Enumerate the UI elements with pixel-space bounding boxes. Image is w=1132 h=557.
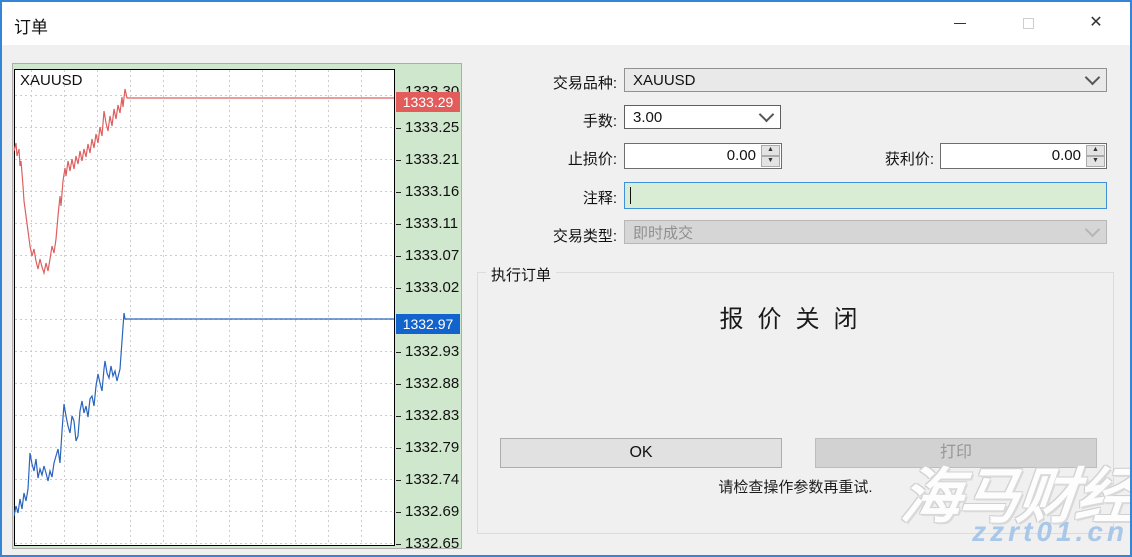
comment-input[interactable] [624,182,1107,209]
price-tick-mark [396,352,401,353]
ok-button[interactable]: OK [500,438,782,468]
price-tick-mark [396,544,401,545]
chevron-down-icon [1085,70,1101,86]
order-dialog: 订单 ✕ XAUUSD 1333.301333.251333.211333.16… [0,0,1132,557]
execute-order-group-title: 执行订单 [486,264,556,285]
takeprofit-field-label: 获利价: [784,148,934,169]
takeprofit-increment-button[interactable]: ▲ [1086,145,1105,156]
comment-field-label: 注释: [467,187,617,208]
title-bar: 订单 ✕ [2,2,1130,45]
chevron-down-icon [759,107,775,123]
price-tick-mark [396,512,401,513]
price-tick-mark [396,224,401,225]
stoploss-decrement-button[interactable]: ▼ [761,156,780,167]
trade-type-select[interactable]: 即时成交 [624,220,1107,244]
price-tick-label: 1332.83 [405,407,459,424]
stoploss-field-label: 止损价: [467,148,617,169]
stoploss-input[interactable]: 0.00 ▲ ▼ [624,143,782,169]
ask-price-badge: 1333.29 [396,92,460,112]
close-button[interactable]: ✕ [1062,2,1130,44]
price-tick-label: 1332.88 [405,375,459,392]
bid-price-badge: 1332.97 [396,314,460,334]
volume-select[interactable]: 3.00 [624,105,781,129]
stoploss-increment-button[interactable]: ▲ [761,145,780,156]
price-scale: 1333.301333.251333.211333.161333.111333.… [394,63,462,549]
symbol-field-label: 交易品种: [467,72,617,93]
price-tick-mark [396,160,401,161]
price-tick-mark [396,416,401,417]
price-tick-label: 1333.25 [405,119,459,136]
price-tick-mark [396,448,401,449]
type-field-label: 交易类型: [467,225,617,246]
trade-type-value: 即时成交 [633,222,693,243]
price-tick-label: 1332.69 [405,503,459,520]
minimize-icon [954,23,966,24]
chart-symbol-label: XAUUSD [20,72,83,89]
close-icon: ✕ [1089,15,1102,31]
price-tick-label: 1332.74 [405,471,459,488]
stoploss-value: 0.00 [625,144,760,168]
window-title: 订单 [14,13,48,38]
price-tick-label: 1333.07 [405,247,459,264]
chart-plot [14,69,395,546]
price-tick-mark [396,384,401,385]
price-tick-label: 1333.16 [405,183,459,200]
quotes-closed-status: 报价关闭 [477,299,1114,334]
watermark-url: zzrt01.cn [972,516,1128,548]
price-tick-label: 1332.79 [405,439,459,456]
maximize-button[interactable] [994,2,1062,44]
volume-select-value: 3.00 [633,109,662,126]
price-tick-mark [396,192,401,193]
symbol-select[interactable]: XAUUSD [624,68,1107,92]
takeprofit-decrement-button[interactable]: ▼ [1086,156,1105,167]
price-tick-label: 1333.11 [405,215,458,232]
volume-field-label: 手数: [467,110,617,131]
takeprofit-input[interactable]: 0.00 ▲ ▼ [940,143,1107,169]
price-tick-label: 1332.65 [405,535,459,549]
text-caret [630,187,631,204]
price-tick-mark [396,128,401,129]
takeprofit-value: 0.00 [941,144,1085,168]
chevron-down-icon [1085,222,1101,238]
symbol-select-value: XAUUSD [633,72,696,89]
price-tick-label: 1332.93 [405,343,459,360]
maximize-icon [1023,18,1034,29]
price-tick-mark [396,256,401,257]
price-tick-mark [396,480,401,481]
price-tick-label: 1333.02 [405,279,459,296]
minimize-button[interactable] [926,2,994,44]
price-tick-label: 1333.21 [405,151,459,168]
price-tick-mark [396,288,401,289]
